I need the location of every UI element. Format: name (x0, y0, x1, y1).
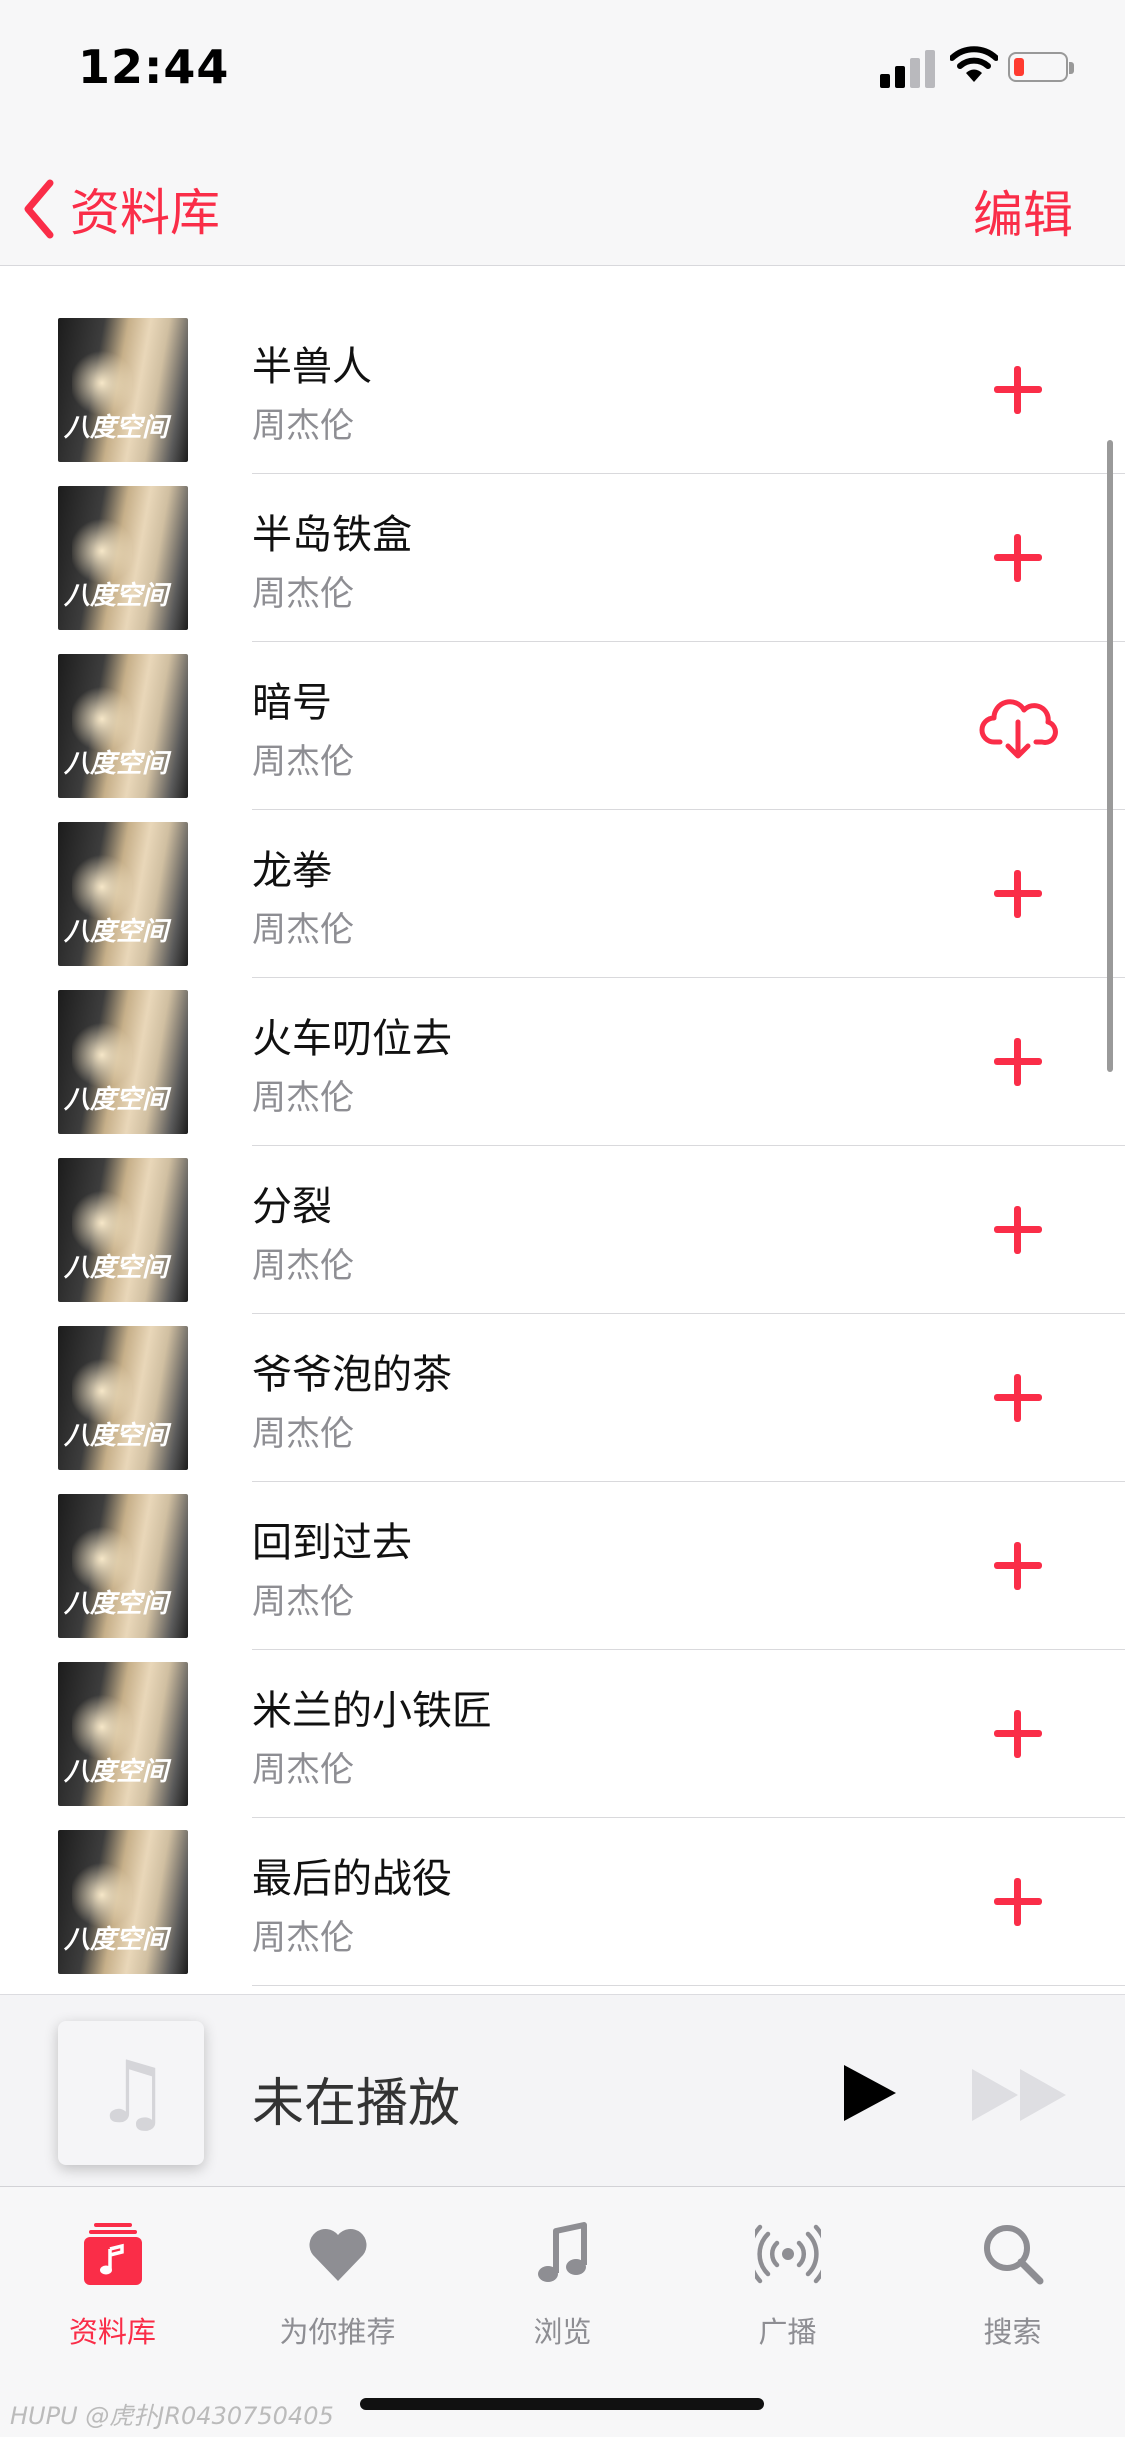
row-divider (252, 1985, 1125, 1986)
add-icon (990, 1538, 1046, 1594)
add-song-button[interactable] (990, 1874, 1046, 1930)
cloud-download-icon (979, 699, 1058, 759)
add-icon (990, 1034, 1046, 1090)
song-artist: 周杰伦 (252, 1078, 354, 1118)
play-icon (844, 2065, 896, 2121)
album-art: 八度空间 (58, 1494, 188, 1638)
song-artist: 周杰伦 (252, 1414, 354, 1454)
mini-player[interactable]: ♫ 未在播放 (0, 1994, 1125, 2187)
music-note-icon (538, 2222, 587, 2282)
song-artist: 周杰伦 (252, 742, 354, 782)
album-art: 八度空间 (58, 1326, 188, 1470)
song-title: 半岛铁盒 (252, 512, 412, 558)
album-art: 八度空间 (58, 1158, 188, 1302)
add-icon (990, 866, 1046, 922)
album-art: 八度空间 (58, 990, 188, 1134)
download-song-button[interactable] (978, 686, 1058, 766)
add-song-button[interactable] (990, 1034, 1046, 1090)
song-artist: 周杰伦 (252, 574, 354, 614)
add-song-button[interactable] (990, 1202, 1046, 1258)
song-row[interactable]: 八度空间 米兰的小铁匠 周杰伦 (0, 1650, 1125, 1818)
album-art: 八度空间 (58, 654, 188, 798)
fast-forward-button[interactable] (970, 2067, 1070, 2123)
tab-label: 为你推荐 (279, 2315, 396, 2349)
add-song-button[interactable] (990, 362, 1046, 418)
play-button[interactable] (840, 2063, 900, 2123)
song-row[interactable]: 八度空间 半岛铁盒 周杰伦 (0, 474, 1125, 642)
mini-player-artwork: ♫ (58, 2021, 204, 2165)
song-row[interactable]: 八度空间 最后的战役 周杰伦 (0, 1818, 1125, 1986)
tab-label: 浏览 (533, 2315, 592, 2349)
wifi-icon (949, 44, 999, 88)
tab-radio[interactable]: 广播 (675, 2211, 900, 2361)
tab-search[interactable]: 搜索 (900, 2211, 1125, 2361)
tab-for-you[interactable]: 为你推荐 (225, 2211, 450, 2361)
song-artist: 周杰伦 (252, 1246, 354, 1286)
add-song-button[interactable] (990, 530, 1046, 586)
home-indicator[interactable] (360, 2398, 764, 2410)
song-row[interactable]: 八度空间 暗号 周杰伦 (0, 642, 1125, 810)
tab-label: 广播 (758, 2315, 817, 2349)
song-artist: 周杰伦 (252, 406, 354, 446)
radio-icon (755, 2224, 821, 2284)
add-icon (990, 362, 1046, 418)
song-artist: 周杰伦 (252, 1582, 354, 1622)
cellular-signal-icon (880, 48, 936, 88)
add-icon (990, 1370, 1046, 1426)
song-title: 回到过去 (252, 1520, 412, 1566)
song-title: 火车叨位去 (252, 1016, 452, 1062)
scrollbar[interactable] (1107, 440, 1113, 1072)
song-row[interactable]: 八度空间 火车叨位去 周杰伦 (0, 978, 1125, 1146)
add-song-button[interactable] (990, 866, 1046, 922)
album-art: 八度空间 (58, 1662, 188, 1806)
mini-player-title: 未在播放 (252, 2074, 461, 2134)
add-icon (990, 1706, 1046, 1762)
album-art: 八度空间 (58, 1830, 188, 1974)
add-icon (990, 1874, 1046, 1930)
song-artist: 周杰伦 (252, 910, 354, 950)
battery-icon (1008, 52, 1076, 84)
song-row[interactable]: 八度空间 回到过去 周杰伦 (0, 1482, 1125, 1650)
album-art: 八度空间 (58, 318, 188, 462)
song-list: 八度空间 半兽人 周杰伦 八度空间 半岛铁盒 周杰伦 八度空间 暗号 周杰伦 八… (0, 306, 1125, 1986)
library-icon (84, 2223, 142, 2285)
tab-label: 资料库 (68, 2315, 156, 2349)
song-artist: 周杰伦 (252, 1750, 354, 1790)
tab-browse[interactable]: 浏览 (450, 2211, 675, 2361)
song-row[interactable]: 八度空间 爷爷泡的茶 周杰伦 (0, 1314, 1125, 1482)
edit-button[interactable]: 编辑 (973, 175, 1073, 247)
album-art: 八度空间 (58, 486, 188, 630)
status-bar: 12:44 (0, 0, 1125, 135)
song-title: 最后的战役 (252, 1856, 452, 1902)
back-button[interactable]: 资料库 (22, 173, 220, 245)
music-note-icon: ♫ (94, 2043, 172, 2143)
song-row[interactable]: 八度空间 分裂 周杰伦 (0, 1146, 1125, 1314)
navigation-bar: 资料库 编辑 (0, 135, 1125, 266)
album-art: 八度空间 (58, 822, 188, 966)
song-row[interactable]: 八度空间 龙拳 周杰伦 (0, 810, 1125, 978)
status-time: 12:44 (78, 40, 230, 94)
add-icon (990, 530, 1046, 586)
fast-forward-icon (972, 2069, 1066, 2121)
song-title: 龙拳 (252, 848, 332, 894)
song-title: 爷爷泡的茶 (252, 1352, 452, 1398)
song-row[interactable]: 八度空间 半兽人 周杰伦 (0, 306, 1125, 474)
add-icon (990, 1202, 1046, 1258)
back-label: 资料库 (70, 184, 220, 242)
chevron-left-icon (24, 179, 54, 239)
add-song-button[interactable] (990, 1370, 1046, 1426)
song-title: 半兽人 (252, 344, 372, 390)
watermark: HUPU @虎扑JR0430750405 (10, 2402, 334, 2430)
add-song-button[interactable] (990, 1706, 1046, 1762)
song-title: 暗号 (252, 680, 332, 726)
song-artist: 周杰伦 (252, 1918, 354, 1958)
song-title: 分裂 (252, 1184, 332, 1230)
search-icon (984, 2225, 1044, 2285)
song-title: 米兰的小铁匠 (252, 1688, 492, 1734)
tab-label: 搜索 (983, 2315, 1042, 2349)
tab-library[interactable]: 资料库 (0, 2211, 225, 2361)
add-song-button[interactable] (990, 1538, 1046, 1594)
heart-icon (309, 2228, 367, 2281)
